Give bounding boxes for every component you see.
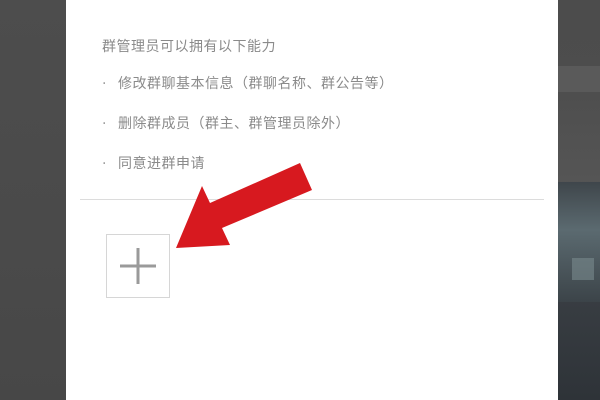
add-admin-button[interactable] <box>106 234 170 298</box>
permission-label: 修改群聊基本信息（群聊名称、群公告等） <box>118 76 394 92</box>
background-bar <box>558 66 600 92</box>
bullet: · <box>102 116 107 132</box>
permissions-list: · 修改群聊基本信息（群聊名称、群公告等） · 删除群成员（群主、群管理员除外） ·… <box>102 70 394 190</box>
background-image <box>558 182 600 302</box>
background-detail <box>572 258 594 280</box>
admin-settings-panel: 群管理员可以拥有以下能力 · 修改群聊基本信息（群聊名称、群公告等） · 删除群成员… <box>66 0 558 400</box>
permissions-title: 群管理员可以拥有以下能力 <box>102 39 276 55</box>
screen: 群管理员可以拥有以下能力 · 修改群聊基本信息（群聊名称、群公告等） · 删除群成员… <box>0 0 600 400</box>
bullet: · <box>102 156 107 172</box>
permission-label: 同意进群申请 <box>118 156 205 172</box>
divider <box>80 199 544 200</box>
plus-icon <box>120 248 156 284</box>
dimmed-background-right <box>558 0 600 400</box>
permission-label: 删除群成员（群主、群管理员除外） <box>118 116 350 132</box>
permission-item-remove-members: · 删除群成员（群主、群管理员除外） <box>102 110 394 150</box>
permission-item-approve-join: · 同意进群申请 <box>102 150 394 190</box>
dimmed-background-left <box>0 0 66 400</box>
bullet: · <box>102 76 107 92</box>
permission-item-edit-info: · 修改群聊基本信息（群聊名称、群公告等） <box>102 70 394 110</box>
